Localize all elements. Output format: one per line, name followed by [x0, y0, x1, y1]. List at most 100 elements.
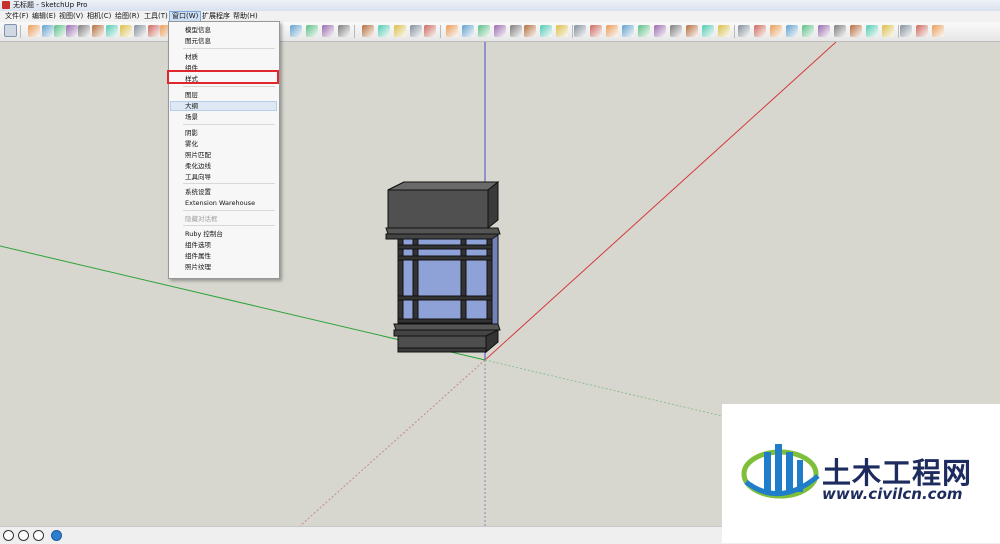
toolbar-tool-icon[interactable] [786, 25, 798, 37]
window-menu-item[interactable]: 场景 [185, 112, 198, 122]
toolbar-tool-icon[interactable] [66, 25, 78, 37]
toolbar-tool-icon[interactable] [686, 25, 698, 37]
window-menu-item[interactable]: 大纲 [185, 101, 198, 111]
menu-separator [183, 210, 275, 211]
window-menu-item[interactable]: Extension Warehouse [185, 198, 255, 208]
red-axis [484, 42, 837, 361]
window-menu-item[interactable]: 组件选项 [185, 240, 211, 250]
sketchup-app-icon [2, 1, 10, 9]
toolbar-tool-icon[interactable] [818, 25, 830, 37]
toolbar-tool-icon[interactable] [524, 25, 536, 37]
toolbar-tool-icon[interactable] [510, 25, 522, 37]
toolbar-separator [572, 25, 573, 38]
toolbar-tool-icon[interactable] [540, 25, 552, 37]
window-menu-item[interactable]: 组件属性 [185, 251, 211, 261]
credits-icon[interactable] [18, 530, 29, 541]
menu-3[interactable]: 相机(C) [85, 11, 113, 22]
watermark-url: www.civilcn.com [822, 485, 963, 503]
window-menu-item[interactable]: Ruby 控制台 [185, 229, 223, 239]
toolbar-tool-icon[interactable] [622, 25, 634, 37]
toolbar-tool-icon[interactable] [916, 25, 928, 37]
help-icon[interactable] [51, 530, 62, 541]
annotation-highlight-box [167, 70, 279, 84]
toolbar-separator [734, 25, 735, 38]
menu-5[interactable]: 工具(T) [142, 11, 170, 22]
window-menu-item[interactable]: 工具向导 [185, 172, 211, 182]
toolbar-tool-icon[interactable] [106, 25, 118, 37]
toolbar-tool-icon[interactable] [410, 25, 422, 37]
toolbar-tool-icon[interactable] [28, 25, 40, 37]
toolbar-tool-icon[interactable] [54, 25, 66, 37]
toolbar-tool-icon[interactable] [590, 25, 602, 37]
toolbar-tool-icon[interactable] [120, 25, 132, 37]
user-icon[interactable] [33, 530, 44, 541]
toolbar-tool-icon[interactable] [478, 25, 490, 37]
toolbar-separator [20, 25, 21, 38]
watermark: 土木工程网 www.civilcn.com [722, 404, 1000, 543]
menu-1[interactable]: 编辑(E) [30, 11, 58, 22]
window-menu-item[interactable]: 雾化 [185, 139, 198, 149]
toolbar-tool-icon[interactable] [574, 25, 586, 37]
window-menu-item[interactable]: 照片纹理 [185, 262, 211, 272]
menu-separator [183, 124, 275, 125]
geo-location-icon[interactable] [3, 530, 14, 541]
window-model [385, 180, 501, 354]
toolbar-tool-icon[interactable] [322, 25, 334, 37]
toolbar-tool-icon[interactable] [378, 25, 390, 37]
toolbar-tool-icon[interactable] [462, 25, 474, 37]
main-toolbar [0, 22, 1000, 42]
toolbar-tool-icon[interactable] [338, 25, 350, 37]
toolbar-tool-icon[interactable] [446, 25, 458, 37]
toolbar-tool-icon[interactable] [654, 25, 666, 37]
toolbar-tool-icon[interactable] [670, 25, 682, 37]
toolbar-tool-icon[interactable] [134, 25, 146, 37]
menu-separator [183, 48, 275, 49]
menu-4[interactable]: 绘图(R) [113, 11, 141, 22]
window-menu-item[interactable]: 材质 [185, 52, 198, 62]
toolbar-tool-icon[interactable] [638, 25, 650, 37]
toolbar-tool-icon[interactable] [148, 25, 160, 37]
toolbar-separator [354, 25, 355, 38]
toolbar-tool-icon[interactable] [556, 25, 568, 37]
menu-separator [183, 183, 275, 184]
toolbar-tool-icon[interactable] [78, 25, 90, 37]
toolbar-tool-icon[interactable] [394, 25, 406, 37]
toolbar-tool-icon[interactable] [702, 25, 714, 37]
toolbar-tool-icon[interactable] [900, 25, 912, 37]
green-axis-dashed [484, 359, 723, 417]
toolbar-tool-icon[interactable] [718, 25, 730, 37]
toolbar-tool-icon[interactable] [882, 25, 894, 37]
toolbar-separator [898, 25, 899, 38]
toolbar-tool-icon[interactable] [770, 25, 782, 37]
toolbar-tool-icon[interactable] [290, 25, 302, 37]
toolbar-tool-icon[interactable] [738, 25, 750, 37]
window-menu-item[interactable]: 系统设置 [185, 187, 211, 197]
window-menu-item[interactable]: 阴影 [185, 128, 198, 138]
toolbar-tool-icon[interactable] [802, 25, 814, 37]
toolbar-tool-icon[interactable] [362, 25, 374, 37]
red-axis-dashed [299, 359, 486, 526]
toolbar-tool-icon[interactable] [306, 25, 318, 37]
toolbar-tool-icon[interactable] [834, 25, 846, 37]
menu-2[interactable]: 视图(V) [57, 11, 85, 22]
window-menu-item[interactable]: 照片匹配 [185, 150, 211, 160]
toolbar-tool-icon[interactable] [494, 25, 506, 37]
toolbar-tool-icon[interactable] [424, 25, 436, 37]
menu-0[interactable]: 文件(F) [3, 11, 31, 22]
menu-separator [183, 225, 275, 226]
window-menu-item[interactable]: 柔化边线 [185, 161, 211, 171]
window-title: 无标题 - SketchUp Pro [13, 1, 88, 9]
window-menu-item[interactable]: 图层 [185, 90, 198, 100]
window-menu-item[interactable]: 模型信息 [185, 25, 211, 35]
toolbar-tool-icon[interactable] [754, 25, 766, 37]
toolbar-tool-icon[interactable] [866, 25, 878, 37]
window-menu-item: 隐藏对话框 [185, 215, 218, 223]
toolbar-tool-icon[interactable] [42, 25, 54, 37]
toolbar-tool-icon[interactable] [606, 25, 618, 37]
window-menu-item[interactable]: 图元信息 [185, 36, 211, 46]
toolbar-separator [440, 25, 441, 38]
toolbar-tool-icon[interactable] [92, 25, 104, 37]
toolbar-tool-icon[interactable] [4, 24, 17, 37]
toolbar-tool-icon[interactable] [932, 25, 944, 37]
toolbar-tool-icon[interactable] [850, 25, 862, 37]
